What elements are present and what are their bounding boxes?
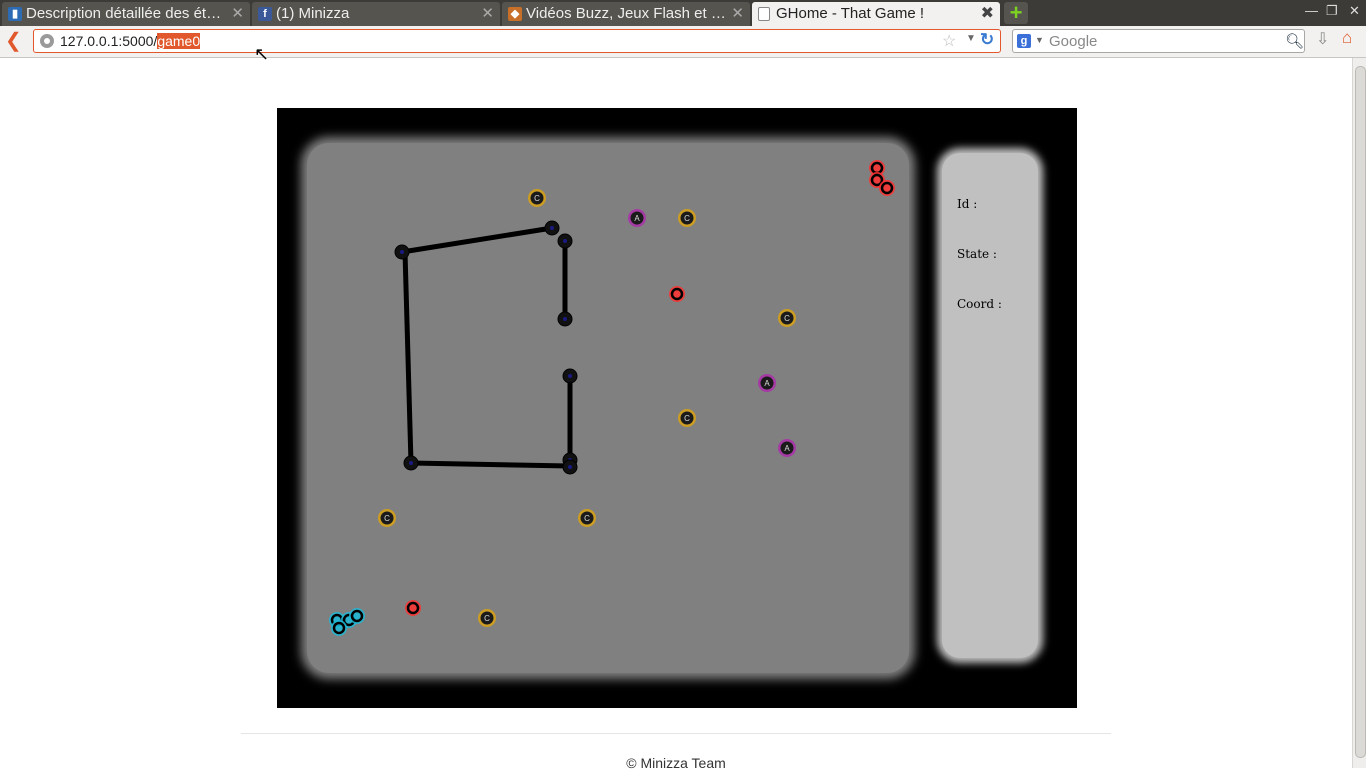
close-tab-icon[interactable]: ✕ <box>731 2 744 26</box>
tab-label: (1) Minizza <box>276 5 350 22</box>
token-label: A <box>784 444 790 453</box>
token-label: A <box>634 214 640 223</box>
mouse-cursor-icon: ↖ <box>254 44 270 64</box>
wall-node-center <box>568 374 572 378</box>
c-token[interactable]: C <box>528 189 546 207</box>
close-tab-icon[interactable]: ✕ <box>481 2 494 26</box>
red-token[interactable] <box>669 286 685 302</box>
tab-label: Vidéos Buzz, Jeux Flash et I… <box>526 5 726 22</box>
c-token[interactable]: C <box>778 309 796 327</box>
wall-node-center <box>563 317 567 321</box>
close-tab-icon[interactable]: ✖ <box>981 2 994 26</box>
close-window-icon[interactable]: ✕ <box>1349 3 1360 19</box>
wall-segment <box>402 249 414 466</box>
scrollbar-thumb[interactable] <box>1355 66 1366 758</box>
c-token[interactable]: C <box>378 509 396 527</box>
bookmark-star-icon[interactable]: ☆ <box>942 31 956 51</box>
cyan-token[interactable] <box>349 608 365 624</box>
blank-page-icon <box>758 7 770 21</box>
tab-videos-buzz[interactable]: ◆ Vidéos Buzz, Jeux Flash et I… ✕ <box>502 2 750 26</box>
address-bar[interactable]: 127.0.0.1:5000/game0 ☆ ▼ ↻ <box>33 29 1001 53</box>
token-label: C <box>584 514 590 523</box>
new-tab-button[interactable]: + <box>1004 2 1028 24</box>
google-icon[interactable]: g <box>1017 34 1031 48</box>
flash-icon: ◆ <box>508 7 522 21</box>
c-token[interactable]: C <box>678 209 696 227</box>
wall-node-center <box>563 239 567 243</box>
back-button[interactable]: ❮ <box>5 30 25 52</box>
search-engine-dropdown-icon[interactable]: ▼ <box>1035 35 1044 45</box>
site-identity-icon[interactable] <box>40 34 54 48</box>
url-selected: game0 <box>157 33 201 49</box>
trello-icon: ▮ <box>8 7 22 21</box>
token-label: C <box>534 194 540 203</box>
tab-ghome[interactable]: GHome - That Game ! ✖ <box>752 2 1000 26</box>
minimize-icon[interactable]: — <box>1305 3 1318 18</box>
footer-text: © Minizza Team <box>626 755 726 771</box>
a-token[interactable]: A <box>758 374 776 392</box>
c-token[interactable]: C <box>478 609 496 627</box>
red-token[interactable] <box>405 600 421 616</box>
tab-label: Description détaillée des ét… <box>26 5 222 22</box>
download-icon[interactable]: ⇩ <box>1316 29 1329 49</box>
wall-segment <box>408 460 573 469</box>
token-label: C <box>484 614 490 623</box>
a-token[interactable]: A <box>778 439 796 457</box>
game-canvas[interactable]: Id : State : Coord : CCCCCCCAAA <box>277 108 1077 708</box>
tab-description[interactable]: ▮ Description détaillée des ét… ✕ <box>2 2 250 26</box>
tab-strip: ▮ Description détaillée des ét… ✕ f (1) … <box>0 0 1366 26</box>
wall-node-center <box>568 465 572 469</box>
navigation-bar: ❮ 127.0.0.1:5000/game0 ☆ ▼ ↻ g ▼ Google … <box>0 26 1366 58</box>
c-token[interactable]: C <box>678 409 696 427</box>
search-bar[interactable]: g ▼ Google 🔍︎ <box>1012 29 1305 53</box>
page-scrollbar[interactable] <box>1352 58 1366 768</box>
token-label: C <box>684 414 690 423</box>
game-layer[interactable]: C C C C C C C A A A <box>277 108 1077 708</box>
wall-node-center <box>550 226 554 230</box>
close-tab-icon[interactable]: ✕ <box>231 2 244 26</box>
c-token[interactable]: C <box>578 509 596 527</box>
reload-icon[interactable]: ↻ <box>980 30 994 50</box>
token-label: C <box>784 314 790 323</box>
facebook-icon: f <box>258 7 272 21</box>
wall-node-center <box>409 461 413 465</box>
wall-node-center <box>400 250 404 254</box>
a-token[interactable]: A <box>628 209 646 227</box>
wall-segment <box>399 225 555 255</box>
search-input[interactable]: Google <box>1049 33 1097 50</box>
tab-minizza[interactable]: f (1) Minizza ✕ <box>252 2 500 26</box>
url-base: 127.0.0.1:5000/ <box>60 33 158 49</box>
history-dropdown-icon[interactable]: ▼ <box>966 33 976 44</box>
home-icon[interactable]: ⌂ <box>1342 28 1352 48</box>
token-label: C <box>684 214 690 223</box>
cyan-token[interactable] <box>331 620 347 636</box>
red-token[interactable] <box>879 180 895 196</box>
search-icon[interactable]: 🔍︎ <box>1285 32 1304 50</box>
restore-icon[interactable]: ❐ <box>1326 3 1338 19</box>
token-label: A <box>764 379 770 388</box>
divider <box>241 733 1111 734</box>
tab-label: GHome - That Game ! <box>776 5 925 22</box>
token-label: C <box>384 514 390 523</box>
url-text[interactable]: 127.0.0.1:5000/game0 <box>60 33 201 49</box>
